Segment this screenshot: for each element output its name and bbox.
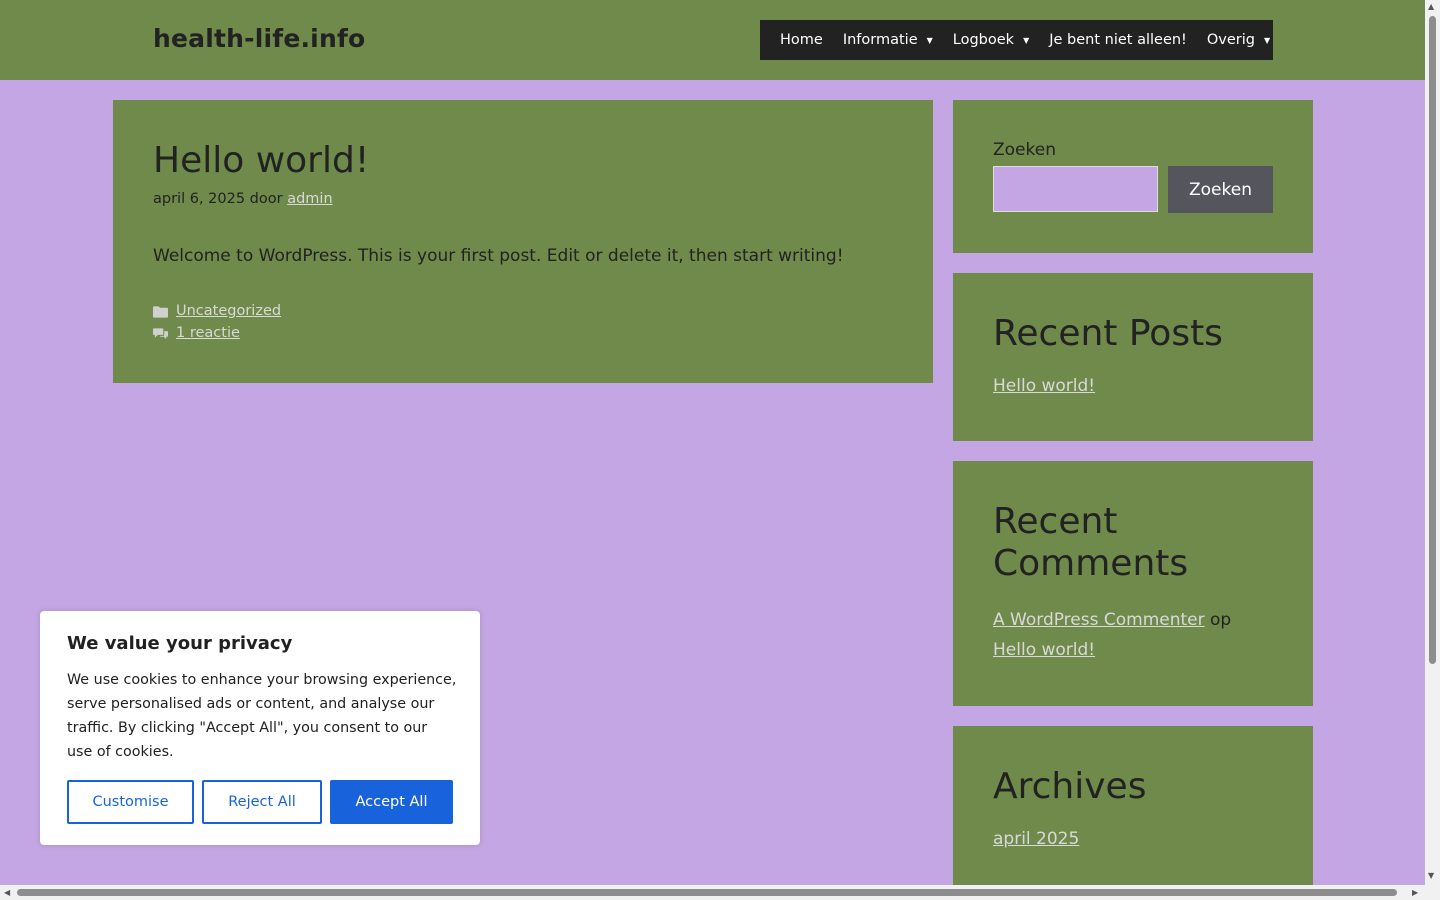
vertical-scrollbar[interactable]: ▲ ▼ [1425,0,1440,885]
search-button[interactable]: Zoeken [1168,166,1273,213]
scroll-down-icon[interactable]: ▼ [1428,872,1434,880]
customise-button[interactable]: Customise [67,780,194,824]
nav-item-label: Home [780,32,823,48]
chevron-down-icon: ▼ [926,35,933,45]
post-footer: Uncategorized 1 reactie [153,300,281,344]
scroll-up-icon[interactable]: ▲ [1428,3,1434,11]
horizontal-scrollbar[interactable]: ◀ ▶ [0,885,1440,900]
post-author-link[interactable]: admin [287,191,332,207]
archives-title: Archives [993,766,1147,807]
accept-all-button[interactable]: Accept All [330,780,453,824]
archive-link[interactable]: april 2025 [993,829,1079,849]
scroll-right-icon[interactable]: ▶ [1412,889,1418,897]
recent-comments-widget: Recent Comments A WordPress Commenter op… [953,461,1313,706]
comments-icon [153,327,168,339]
site-title[interactable]: health-life.info [153,24,365,53]
archives-widget: Archives april 2025 [953,726,1313,886]
nav-item-je-bent-niet-alleen[interactable]: Je bent niet alleen! [1039,20,1197,60]
chevron-down-icon: ▼ [1023,35,1030,45]
cookie-text: We use cookies to enhance your browsing … [67,672,457,760]
comment-on-text: op [1210,610,1232,630]
post-content: Welcome to WordPress. This is your first… [153,246,844,266]
recent-posts-list: Hello world! [993,371,1095,401]
nav-item-overig[interactable]: Overig ▼ [1197,20,1280,60]
post-meta: april 6, 2025 door admin [153,191,333,207]
site-header: health-life.info Home Informatie ▼ Logbo… [0,0,1425,80]
comment-author-link[interactable]: A WordPress Commenter [993,610,1205,630]
post-title[interactable]: Hello world! [153,140,369,181]
post-by: door [249,191,283,207]
comments-link[interactable]: 1 reactie [176,322,240,344]
reject-all-button[interactable]: Reject All [202,780,322,824]
nav-item-label: Informatie [842,32,918,48]
category-link[interactable]: Uncategorized [176,300,281,322]
recent-comments-title: Recent Comments [993,501,1189,584]
cookie-title: We value your privacy [67,633,293,654]
main-navigation: Home Informatie ▼ Logboek ▼ Je bent niet… [760,20,1273,60]
recent-posts-title: Recent Posts [993,313,1223,354]
post-date[interactable]: april 6, 2025 [153,191,245,207]
comment-post-link[interactable]: Hello world! [993,640,1095,660]
nav-item-informatie[interactable]: Informatie ▼ [833,20,943,60]
search-label: Zoeken [993,140,1056,160]
nav-item-label: Overig [1206,32,1255,48]
vertical-scroll-thumb[interactable] [1429,16,1436,664]
recent-comment-item: A WordPress Commenter op Hello world! [993,605,1283,665]
nav-item-logboek[interactable]: Logboek ▼ [943,20,1039,60]
search-input[interactable] [993,166,1158,212]
folder-icon [153,305,168,318]
post-article: Hello world! april 6, 2025 door admin We… [113,100,933,383]
chevron-down-icon: ▼ [1263,35,1271,45]
horizontal-scroll-thumb[interactable] [17,889,1397,896]
recent-post-link[interactable]: Hello world! [993,376,1095,396]
archives-list: april 2025 [993,824,1079,854]
recent-posts-widget: Recent Posts Hello world! [953,273,1313,441]
cookie-consent-banner: We value your privacy We use cookies to … [40,611,480,845]
nav-item-label: Logboek [952,32,1015,48]
scroll-left-icon[interactable]: ◀ [4,889,10,897]
nav-item-label: Je bent niet alleen! [1049,32,1187,48]
nav-item-home[interactable]: Home [770,20,833,60]
search-widget: Zoeken Zoeken [953,100,1313,253]
